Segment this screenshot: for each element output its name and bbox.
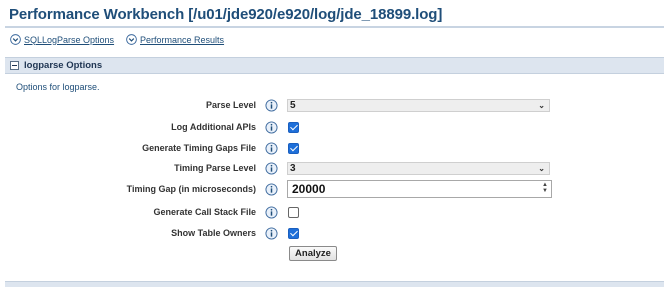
- stepper-icon[interactable]: ▲ ▼: [542, 182, 548, 194]
- generate-call-stack-file-checkbox[interactable]: [288, 207, 299, 218]
- chevron-down-circle-icon: [126, 34, 137, 45]
- timing-parse-level-label: Timing Parse Level: [174, 163, 256, 173]
- generate-timing-gaps-file-row: Generate Timing Gaps File: [0, 141, 664, 157]
- performance-workbench-page: Performance Workbench [/u01/jde920/e920/…: [0, 0, 664, 287]
- analyze-button[interactable]: Analyze: [289, 246, 337, 261]
- section-description: Options for logparse.: [16, 82, 100, 92]
- parse-level-row: Parse Level 5 ⌄: [0, 98, 664, 114]
- page-title: Performance Workbench [/u01/jde920/e920/…: [9, 6, 443, 23]
- info-icon[interactable]: [265, 206, 278, 219]
- timing-parse-level-value: 3: [290, 163, 296, 174]
- log-additional-apis-checkbox[interactable]: [288, 122, 299, 133]
- generate-timing-gaps-file-label: Generate Timing Gaps File: [142, 143, 256, 153]
- performance-results-label[interactable]: Performance Results: [140, 35, 224, 45]
- info-icon[interactable]: [265, 227, 278, 240]
- performance-results-link[interactable]: Performance Results: [126, 34, 224, 45]
- title-divider: [5, 26, 664, 28]
- chevron-down-icon: ⌄: [538, 101, 545, 110]
- section-title: logparse Options: [24, 60, 103, 71]
- logparse-options-header[interactable]: logparse Options: [5, 57, 664, 74]
- info-icon[interactable]: [265, 183, 278, 196]
- generate-call-stack-file-label: Generate Call Stack File: [153, 207, 256, 217]
- parse-level-label: Parse Level: [205, 100, 256, 110]
- info-icon[interactable]: [265, 99, 278, 112]
- timing-gap-input[interactable]: 20000 ▲ ▼: [287, 180, 552, 198]
- chevron-down-icon: ⌄: [538, 164, 545, 173]
- timing-gap-row: Timing Gap (in microseconds) 20000 ▲ ▼: [0, 180, 664, 198]
- chevron-down-circle-icon: [10, 34, 21, 45]
- info-icon[interactable]: [265, 162, 278, 175]
- parse-level-value: 5: [290, 100, 296, 111]
- timing-gap-value: 20000: [292, 182, 326, 196]
- footer-bar: [5, 281, 664, 287]
- show-table-owners-checkbox[interactable]: [288, 228, 299, 239]
- timing-parse-level-row: Timing Parse Level 3 ⌄: [0, 161, 664, 177]
- generate-call-stack-file-row: Generate Call Stack File: [0, 205, 664, 221]
- generate-timing-gaps-file-checkbox[interactable]: [288, 143, 299, 154]
- log-additional-apis-label: Log Additional APIs: [171, 122, 256, 132]
- info-icon[interactable]: [265, 142, 278, 155]
- timing-parse-level-select[interactable]: 3 ⌄: [287, 162, 550, 175]
- sqllogparse-options-link[interactable]: SQLLogParse Options: [10, 34, 114, 45]
- show-table-owners-row: Show Table Owners: [0, 226, 664, 242]
- log-additional-apis-row: Log Additional APIs: [0, 120, 664, 136]
- collapse-icon[interactable]: [10, 61, 19, 70]
- timing-gap-label: Timing Gap (in microseconds): [126, 184, 256, 194]
- sqllogparse-options-label[interactable]: SQLLogParse Options: [24, 35, 114, 45]
- info-icon[interactable]: [265, 121, 278, 134]
- show-table-owners-label: Show Table Owners: [171, 228, 256, 238]
- parse-level-select[interactable]: 5 ⌄: [287, 99, 550, 112]
